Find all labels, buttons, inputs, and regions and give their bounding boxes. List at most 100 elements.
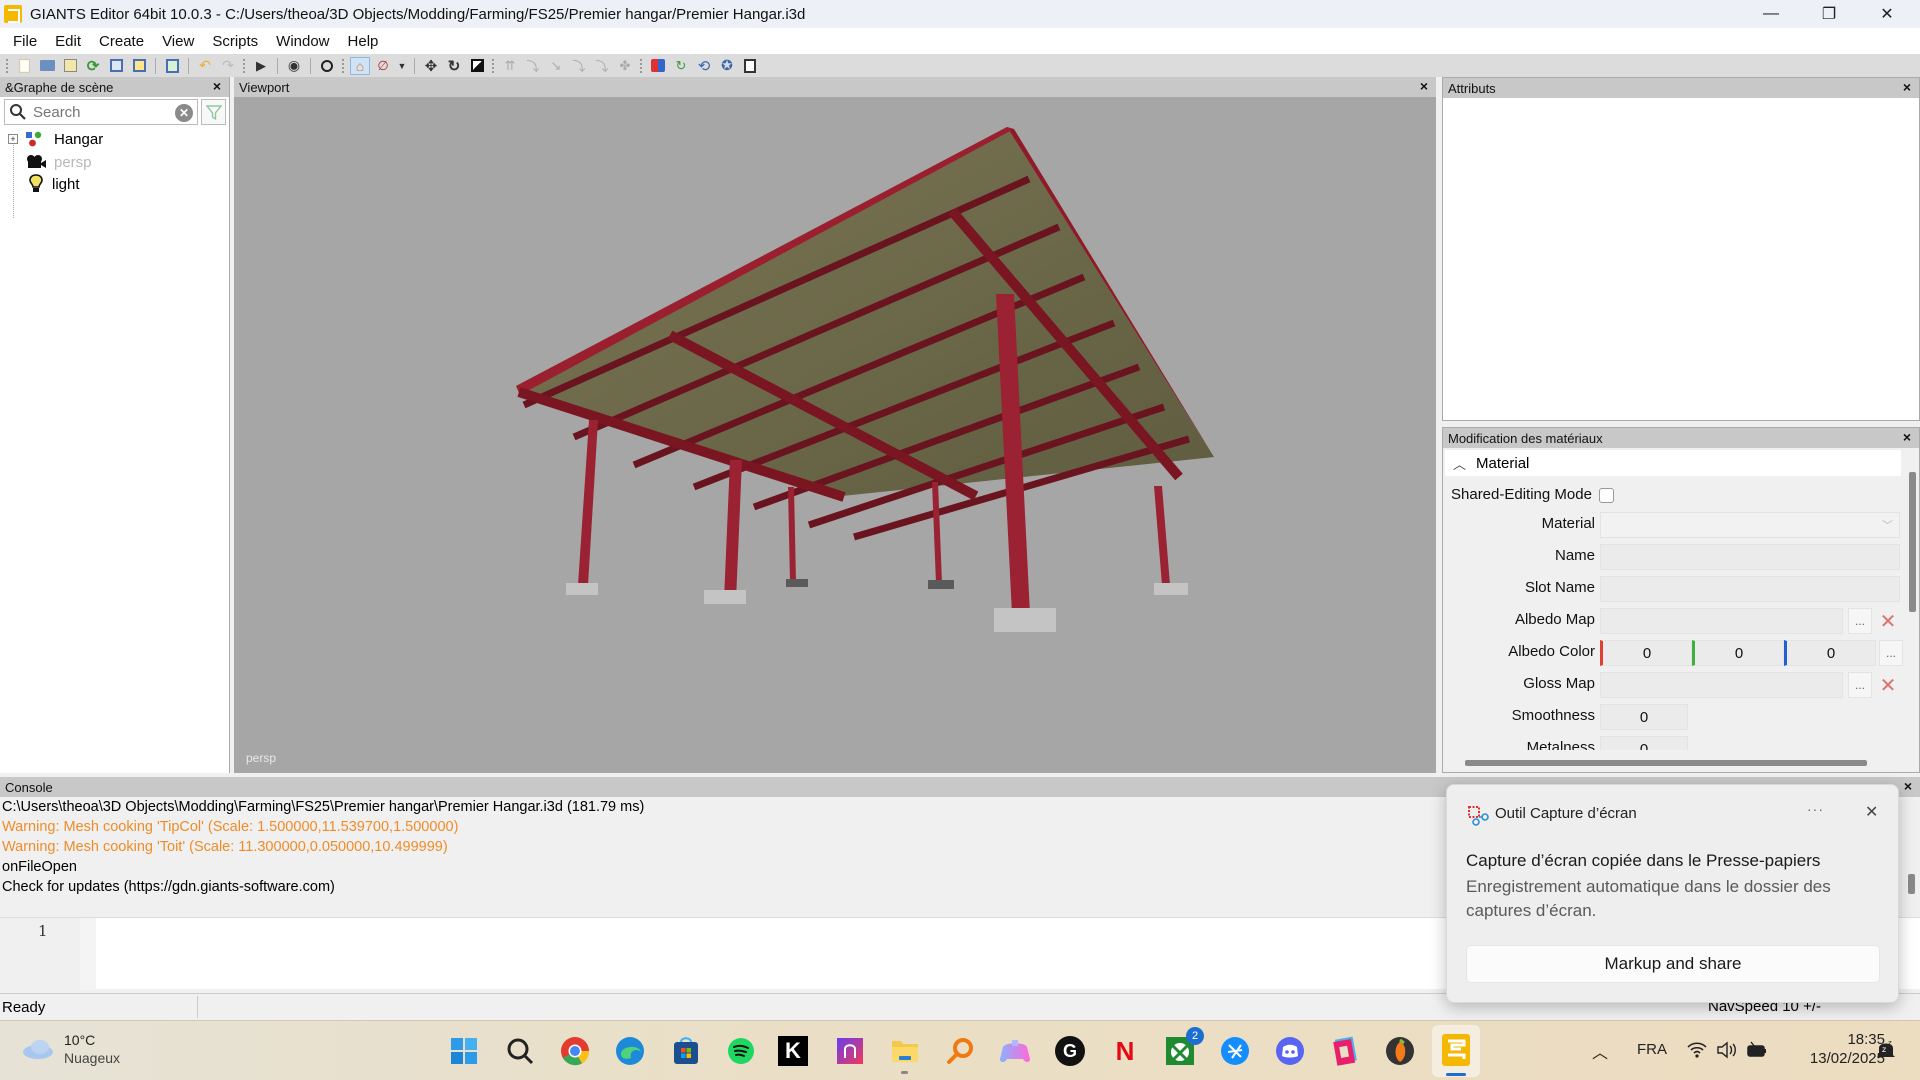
refresh-button[interactable]: ↻ [671,57,691,75]
taskbar-logitech[interactable]: G [1052,1033,1088,1069]
taskbar-proton[interactable] [832,1033,868,1069]
undo-button[interactable]: ↶ [195,57,215,75]
taskbar-fl-studio[interactable] [1382,1033,1418,1069]
find-button[interactable] [317,57,337,75]
restore-button[interactable]: ❐ [1800,0,1858,28]
menu-help[interactable]: Help [339,33,388,50]
menu-window[interactable]: Window [267,33,338,50]
rotate-tool-button[interactable]: ↻ [444,57,464,75]
align-5-button[interactable]: ⤵ [592,57,612,75]
reload-button[interactable]: ⟳ [83,57,103,75]
taskbar-start[interactable] [446,1033,482,1069]
taskbar-search-tool[interactable] [942,1033,978,1069]
taskbar-spotify[interactable] [723,1033,759,1069]
minimize-button[interactable]: — [1742,0,1800,28]
taskbar-file-explorer[interactable] [887,1033,923,1069]
menu-scripts[interactable]: Scripts [203,33,267,50]
notification-bell-icon[interactable]: zz [1875,1037,1897,1061]
wifi-icon[interactable] [1686,1041,1708,1059]
material-section-header[interactable]: ︿ Material [1445,450,1901,476]
align-3-button[interactable]: ↘ [546,57,566,75]
edit-button[interactable] [60,57,80,75]
taskbar-edge[interactable] [612,1033,648,1069]
close-scene-graph-button[interactable]: × [213,78,221,94]
play-button[interactable]: ▶ [251,57,271,75]
albedo-map-clear-button[interactable]: ✕ [1877,608,1899,634]
sync-button[interactable]: ⟲ [694,57,714,75]
align-6-button[interactable]: ✤ [615,57,635,75]
close-attributes-button[interactable]: × [1903,79,1911,95]
toast-more-button[interactable]: ··· [1807,801,1824,817]
metalness-field[interactable]: 0 [1600,736,1688,750]
close-console-button[interactable]: × [1904,778,1912,794]
taskbar-app-square[interactable] [1327,1033,1363,1069]
toolbar-grip[interactable] [342,58,345,73]
taskbar-store[interactable] [668,1033,704,1069]
snap-button[interactable]: ∅ [373,57,393,75]
open-button[interactable] [37,57,57,75]
taskbar-game-controller[interactable] [997,1033,1033,1069]
toolbar-grip[interactable] [6,58,9,73]
show-hidden-icons-button[interactable]: ︿ [1592,1039,1608,1063]
close-window-button[interactable]: ✕ [1858,0,1916,28]
material-button[interactable] [648,57,668,75]
markup-and-share-button[interactable]: Markup and share [1466,945,1880,983]
clock[interactable]: 18:35 13/02/2025 [1770,1030,1885,1068]
filter-button[interactable] [201,99,226,125]
slot-name-field[interactable] [1600,576,1900,602]
material-horizontal-scrollbar[interactable] [1465,760,1867,766]
save-button[interactable] [106,57,126,75]
shared-editing-checkbox[interactable] [1599,488,1614,503]
align-4-button[interactable]: ⤵ [569,57,589,75]
toolbar-grip[interactable] [492,58,495,73]
albedo-color-r-field[interactable]: 0 [1600,640,1692,666]
language-indicator[interactable]: FRA [1637,1041,1667,1058]
taskbar-discord[interactable] [1272,1033,1308,1069]
taskbar-netflix[interactable]: N [1107,1033,1143,1069]
scale-tool-button[interactable] [467,57,487,75]
albedo-color-g-field[interactable]: 0 [1692,640,1784,666]
volume-icon[interactable] [1716,1040,1738,1060]
gloss-map-clear-button[interactable]: ✕ [1877,672,1899,698]
taskbar-chrome[interactable] [557,1033,593,1069]
toolbar-grip[interactable] [243,58,246,73]
albedo-color-picker-button[interactable]: ... [1879,640,1903,666]
close-viewport-button[interactable]: × [1420,78,1428,94]
taskbar-giants-editor[interactable] [1432,1025,1480,1077]
snap-dropdown[interactable]: ▼ [396,57,408,75]
taskbar-xbox[interactable]: 2 [1162,1027,1204,1069]
gloss-map-browse-button[interactable]: ... [1848,672,1872,698]
new-file-button[interactable] [14,57,34,75]
scene-search-input[interactable] [33,103,173,121]
menu-edit[interactable]: Edit [46,33,90,50]
toast-close-button[interactable]: ✕ [1865,802,1878,822]
shader-button[interactable]: ✪ [717,57,737,75]
menu-view[interactable]: View [153,33,203,50]
visibility-button[interactable]: ◉ [284,57,304,75]
taskbar-k-app[interactable]: K [778,1036,808,1066]
material-select[interactable]: ﹀ [1600,512,1900,538]
tree-item-persp[interactable]: persp [0,151,92,173]
viewport-3d[interactable]: persp [234,77,1436,773]
console-scrollbar[interactable] [1908,874,1915,894]
expand-icon[interactable]: + [8,134,18,144]
menu-create[interactable]: Create [90,33,153,50]
tree-item-hangar[interactable]: + Hangar [0,128,103,150]
menu-file[interactable]: File [4,33,46,50]
albedo-map-field[interactable] [1600,608,1843,634]
redo-button[interactable]: ↷ [218,57,238,75]
export-button[interactable] [740,57,760,75]
save-as-button[interactable] [129,57,149,75]
home-button[interactable]: ⌂ [350,56,370,75]
align-2-button[interactable]: ⤵ [523,57,543,75]
albedo-map-browse-button[interactable]: ... [1848,608,1872,634]
smoothness-field[interactable]: 0 [1600,704,1688,730]
toolbar-grip[interactable] [640,58,643,73]
weather-widget[interactable]: 10°C Nuageux [20,1031,120,1067]
taskbar-battlenet[interactable] [1217,1033,1253,1069]
align-1-button[interactable]: ⇈ [500,57,520,75]
albedo-color-b-field[interactable]: 0 [1784,640,1876,666]
battery-charging-icon[interactable] [1746,1041,1768,1059]
clear-search-button[interactable]: ✕ [175,104,193,122]
taskbar-search[interactable] [502,1033,538,1069]
